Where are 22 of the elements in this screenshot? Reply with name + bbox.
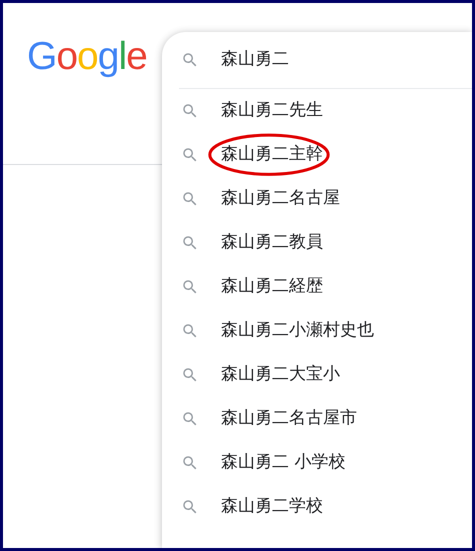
suggestion-item[interactable]: 森山勇二名古屋市 bbox=[221, 406, 357, 432]
search-field[interactable]: 森山勇二 bbox=[221, 47, 421, 73]
search-icon bbox=[181, 322, 199, 340]
suggestion-item[interactable]: 森山勇二 小学校 bbox=[221, 450, 346, 476]
suggestion-item[interactable]: 森山勇二学校 bbox=[221, 494, 323, 520]
suggestion-item[interactable]: 森山勇二先生 bbox=[221, 98, 323, 124]
suggestion-item[interactable]: 森山勇二教員 bbox=[221, 230, 323, 256]
search-icon bbox=[181, 102, 199, 120]
search-icon bbox=[181, 146, 199, 164]
search-icon bbox=[181, 454, 199, 472]
search-icon bbox=[181, 190, 199, 208]
search-icon bbox=[181, 51, 199, 69]
suggestion-item[interactable]: 森山勇二小瀬村史也 bbox=[221, 318, 374, 344]
suggestion-item[interactable]: 森山勇二大宝小 bbox=[221, 362, 340, 388]
logo[interactable]: Google bbox=[27, 37, 147, 87]
suggestion-item[interactable]: 森山勇二名古屋 bbox=[221, 186, 340, 212]
search-icon bbox=[181, 366, 199, 384]
search-icon bbox=[181, 278, 199, 296]
search-icon bbox=[181, 498, 199, 516]
search-icon bbox=[181, 410, 199, 428]
suggestion-item[interactable]: 森山勇二経歴 bbox=[221, 274, 323, 300]
search-icon bbox=[181, 234, 199, 252]
